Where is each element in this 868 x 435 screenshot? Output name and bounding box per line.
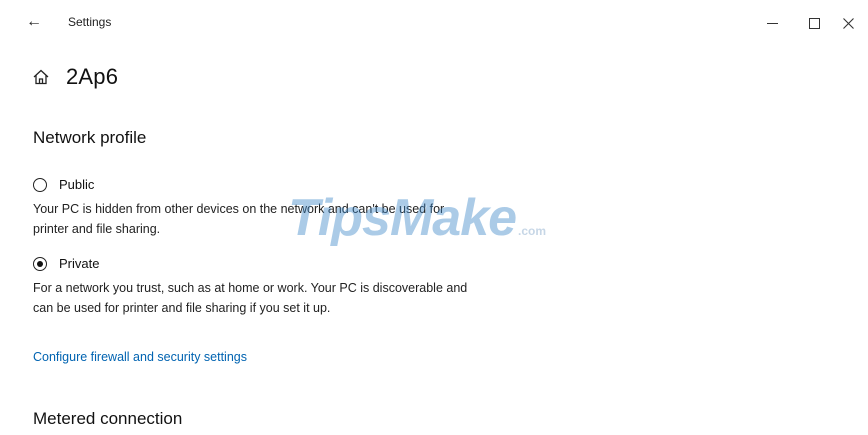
watermark-logo: TipsMake .com [288,188,546,248]
minimize-icon [766,22,778,24]
private-radio-label: Private [59,256,100,271]
watermark-domain: .com [518,224,547,238]
private-radio[interactable]: Private [33,256,99,271]
page-title: 2Ap6 [66,64,119,89]
app-title: Settings [68,15,112,29]
radio-selected-icon [33,256,47,271]
minimize-button[interactable] [752,8,792,38]
watermark-text: TipsMake [288,189,517,247]
public-radio-label: Public [59,177,95,192]
private-description: For a network you trust, such as at home… [33,281,468,315]
radio-unselected-icon [33,177,47,192]
firewall-settings-link[interactable]: Configure firewall and security settings [33,350,247,364]
back-button[interactable]: ← [22,10,46,34]
public-radio[interactable]: Public [33,177,94,192]
home-icon[interactable] [32,68,50,86]
network-profile-heading: Network profile [33,128,147,147]
maximize-icon [808,17,820,29]
close-icon [842,17,854,29]
page-header: 2Ap6 [32,62,118,92]
title-bar: ← Settings [0,0,868,48]
close-button[interactable] [828,8,868,38]
metered-connection-heading: Metered connection [33,409,183,428]
back-arrow-icon: ← [26,13,42,30]
